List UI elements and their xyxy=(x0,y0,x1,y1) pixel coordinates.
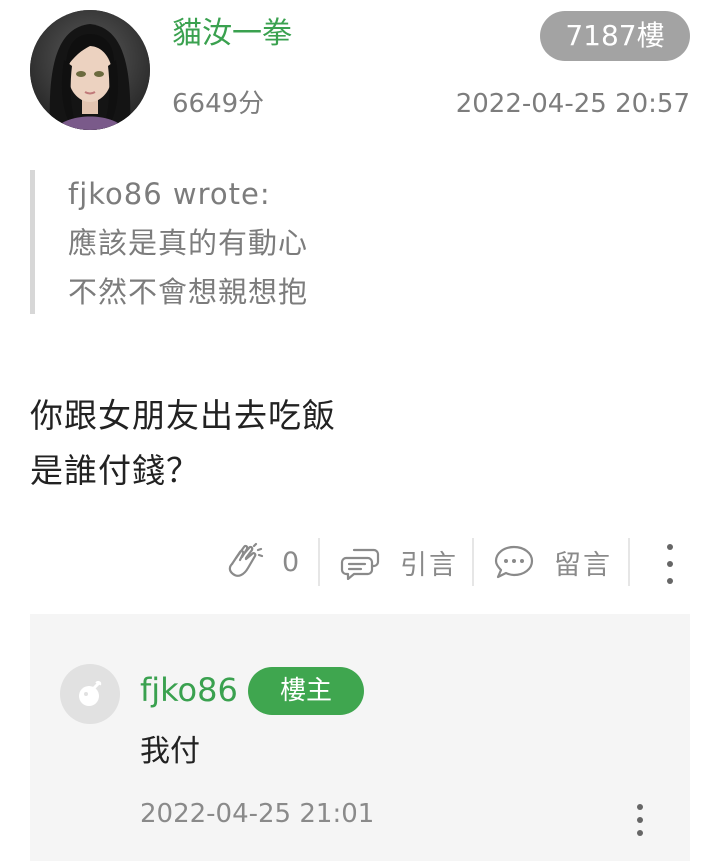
action-divider xyxy=(628,538,630,586)
post-timestamp: 2022-04-25 20:57 xyxy=(455,89,690,119)
avatar-portrait-image xyxy=(30,10,150,130)
reply-timestamp: 2022-04-25 21:01 xyxy=(140,799,375,829)
floor-number-badge: 7187樓 xyxy=(540,11,690,61)
reply-text: 我付 xyxy=(140,734,200,769)
like-count: 0 xyxy=(282,546,300,578)
thread-owner-badge: 樓主 xyxy=(248,667,364,715)
default-avatar-icon xyxy=(79,680,102,706)
post-content: 你跟女朋友出去吃飯 是誰付錢？ xyxy=(30,388,336,498)
author-score: 6649分 xyxy=(172,89,265,119)
quote-button[interactable]: 引言 xyxy=(340,538,458,586)
post-author-name[interactable]: 貓汝一拳 xyxy=(172,14,292,54)
comment-button[interactable]: 留言 xyxy=(494,538,612,586)
quoted-block: fjko86 wrote: 應該是真的有動心 不然不會想親想抱 xyxy=(30,170,430,314)
comment-label: 留言 xyxy=(554,549,612,581)
reply-comment: fjko86 樓主 我付 2022-04-25 21:01 xyxy=(30,614,690,861)
quote-bubble-icon xyxy=(340,548,380,580)
action-divider xyxy=(318,538,320,586)
more-vertical-icon xyxy=(667,544,673,550)
more-options-button[interactable] xyxy=(660,544,680,584)
post-card: 貓汝一拳 7187樓 6649分 2022-04-25 20:57 fjko86… xyxy=(0,0,720,861)
content-line: 是誰付錢？ xyxy=(30,451,200,490)
comment-bubble-icon xyxy=(494,545,534,579)
quote-label: 引言 xyxy=(400,549,458,581)
quote-header: fjko86 wrote: xyxy=(68,177,271,211)
reply-author-name[interactable]: fjko86 xyxy=(140,668,238,712)
more-vertical-icon xyxy=(637,804,643,810)
user-avatar[interactable] xyxy=(30,10,150,130)
quote-line: 應該是真的有動心 xyxy=(68,226,309,260)
quote-line: 不然不會想親想抱 xyxy=(68,275,309,309)
action-divider xyxy=(472,538,474,586)
like-button[interactable]: 0 xyxy=(226,538,299,586)
reply-more-options-button[interactable] xyxy=(630,804,650,836)
reply-user-avatar[interactable] xyxy=(60,664,120,724)
clap-hands-icon xyxy=(228,542,264,577)
content-line: 你跟女朋友出去吃飯 xyxy=(30,396,336,435)
